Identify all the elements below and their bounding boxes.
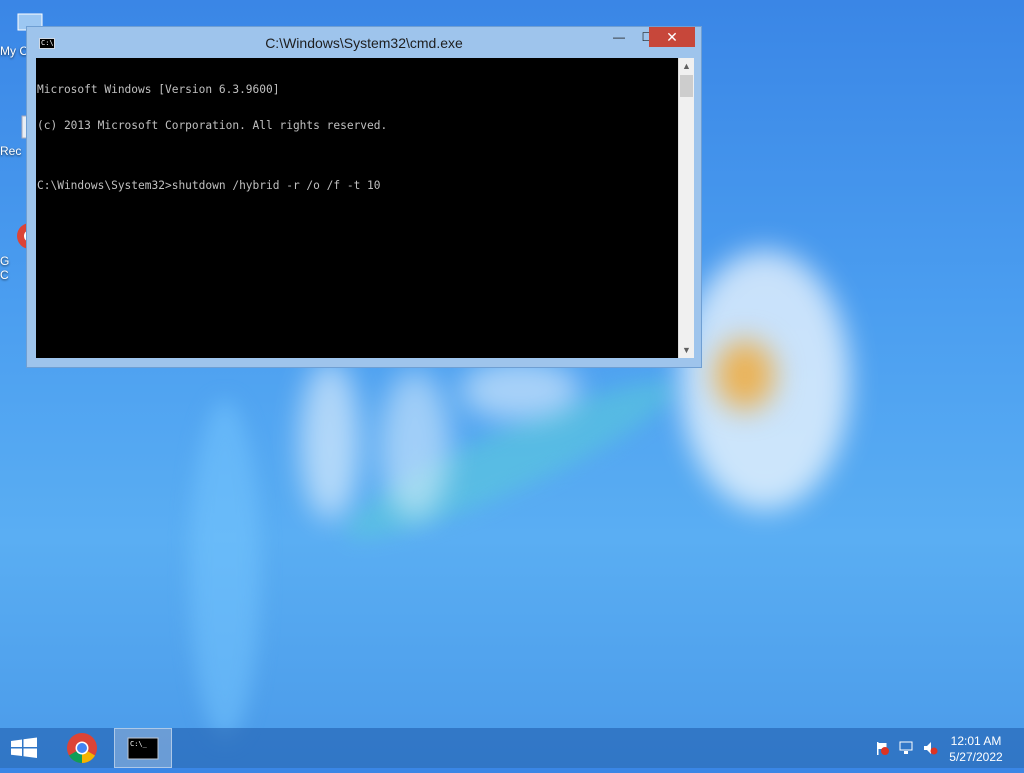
window-titlebar[interactable]: C:\ C:\Windows\System32\cmd.exe — ☐ ✕ (27, 27, 701, 59)
start-button[interactable] (0, 728, 48, 768)
taskbar-cmd[interactable]: C:\_ (114, 728, 172, 768)
clock-date: 5/27/2022 (949, 750, 1003, 764)
scroll-down-button[interactable]: ▼ (679, 342, 694, 358)
windows-start-icon (11, 737, 37, 758)
minimize-button[interactable]: — (605, 27, 633, 47)
close-button[interactable]: ✕ (649, 27, 695, 47)
scroll-up-button[interactable]: ▲ (679, 58, 694, 74)
vertical-scrollbar[interactable]: ▲ ▼ (678, 58, 694, 358)
console-line: (c) 2013 Microsoft Corporation. All righ… (37, 119, 388, 132)
taskbar: C:\_ 12:01 AM 5/27/2022 (0, 728, 1024, 768)
cmd-window[interactable]: C:\ C:\Windows\System32\cmd.exe — ☐ ✕ Mi… (26, 26, 702, 368)
console-line: C:\Windows\System32>shutdown /hybrid -r … (37, 179, 381, 192)
console-output[interactable]: Microsoft Windows [Version 6.3.9600] (c)… (36, 58, 678, 358)
action-center-flag-icon[interactable] (874, 740, 890, 756)
taskbar-clock[interactable]: 12:01 AM 5/27/2022 (946, 733, 1006, 765)
taskbar-chrome[interactable] (56, 728, 108, 768)
console-line: Microsoft Windows [Version 6.3.9600] (37, 83, 280, 96)
network-icon[interactable] (898, 740, 914, 756)
clock-time: 12:01 AM (950, 734, 1002, 748)
volume-muted-icon[interactable] (922, 740, 938, 756)
cmd-icon: C:\_ (127, 737, 159, 760)
chrome-icon (67, 733, 97, 763)
scroll-thumb[interactable] (680, 75, 693, 97)
window-title: C:\Windows\System32\cmd.exe (265, 35, 463, 51)
svg-text:C:\_: C:\_ (130, 740, 148, 748)
